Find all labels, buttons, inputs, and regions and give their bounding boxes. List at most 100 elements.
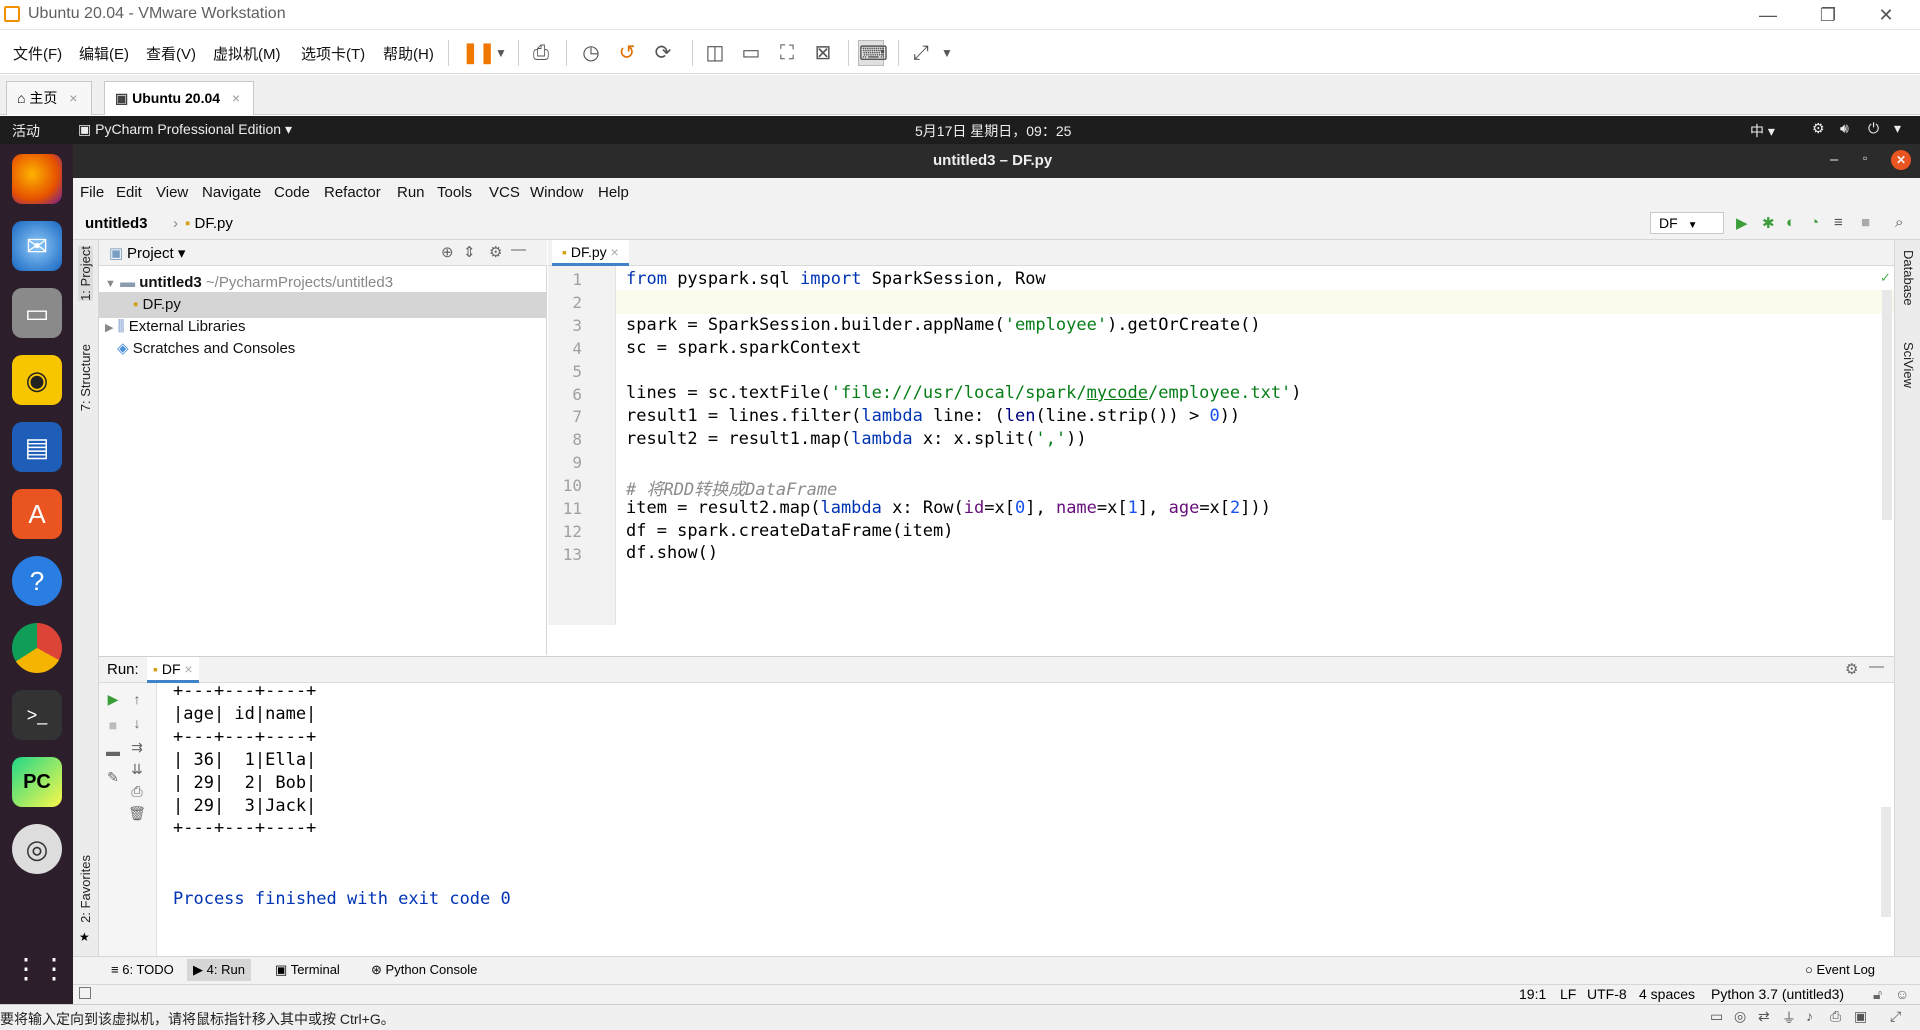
breadcrumb-file[interactable]: ▪ DF.py (185, 215, 233, 232)
menu-help[interactable]: 帮助(H) (383, 43, 434, 64)
inspection-ok-icon[interactable]: ✓ (1880, 270, 1891, 286)
menu-tabs[interactable]: 选项卡(T) (301, 43, 365, 64)
todo-tool-button[interactable]: ≡ 6: TODO (111, 962, 174, 977)
sound-icon[interactable]: ♪ (1806, 1008, 1813, 1024)
inspector-icon[interactable]: ☺ (1895, 986, 1909, 1002)
network-adapter-icon[interactable]: ⇄ (1758, 1008, 1770, 1025)
pause-icon[interactable]: ❚❚ (462, 40, 496, 66)
network-icon[interactable]: ⚙ (1812, 120, 1825, 137)
database-tool-button[interactable]: Database (1901, 250, 1916, 306)
library-view-icon[interactable]: ◫ (702, 40, 728, 66)
run-tool-button[interactable]: ▶ 4: Run (187, 959, 251, 981)
editor-tab-df[interactable]: ▪ DF.py × (552, 240, 629, 266)
minimize-icon[interactable]: — (1748, 2, 1788, 28)
menu-run[interactable]: Run (397, 184, 425, 201)
terminal-icon[interactable]: >_ (12, 690, 62, 740)
close-icon[interactable]: × (184, 661, 192, 677)
search-icon[interactable]: ⌕ (1895, 214, 1903, 231)
menu-file[interactable]: File (80, 184, 104, 201)
minimize-icon[interactable]: – (1830, 151, 1838, 168)
software-icon[interactable]: A (12, 489, 62, 539)
close-icon[interactable]: ✕ (1866, 2, 1906, 28)
caret-position[interactable]: 19:1 (1519, 986, 1546, 1002)
interpreter[interactable]: Python 3.7 (untitled3) (1711, 986, 1844, 1002)
favorites-tool-button[interactable]: 2: Favorites (78, 855, 93, 923)
menu-tools[interactable]: Tools (437, 184, 472, 201)
file-encoding[interactable]: UTF-8 (1587, 986, 1627, 1002)
close-icon[interactable]: × (611, 244, 619, 260)
fullscreen-icon[interactable]: ⛶ (774, 40, 800, 66)
run-config-select[interactable]: DF ▼ (1650, 212, 1724, 234)
power-icon[interactable]: ⏻ (1868, 120, 1879, 137)
structure-tool-button[interactable]: 7: Structure (78, 344, 93, 411)
console-view-icon[interactable]: ⌨ (858, 40, 888, 66)
firefox-icon[interactable] (12, 154, 62, 204)
coverage-icon[interactable]: ◐ (1786, 214, 1795, 231)
concurrency-icon[interactable]: ≡ (1834, 214, 1843, 231)
gear-icon[interactable]: ⚙ (1845, 660, 1858, 678)
app-menu[interactable]: ▣ PyCharm Professional Edition ▾ (78, 121, 292, 138)
breadcrumb-project[interactable]: untitled3 (85, 215, 148, 232)
dropdown-icon[interactable]: ▼ (934, 40, 960, 66)
project-tool-button[interactable]: 1: Project (78, 246, 93, 301)
code-editor[interactable]: ▪ DF.py × 1 2 3 4 5 6 7 8 9 10 11 12 13 from pyspark… (548, 240, 1894, 625)
menu-edit[interactable]: Edit (116, 184, 142, 201)
indent-setting[interactable]: 4 spaces (1639, 986, 1695, 1002)
run-tab-df[interactable]: ▪ DF × (147, 657, 199, 683)
tab-home[interactable]: ⌂ 主页 × (6, 81, 92, 115)
writer-icon[interactable]: ▤ (12, 422, 62, 472)
dropdown-icon[interactable]: ▼ (488, 40, 514, 66)
printer-icon[interactable]: ⎙ (1830, 1008, 1841, 1025)
volume-icon[interactable]: 🔊︎ (1840, 120, 1849, 137)
sciview-tool-button[interactable]: SciView (1901, 342, 1916, 388)
run-icon[interactable]: ▶ (1736, 214, 1748, 232)
usb-icon[interactable]: ⏚ (1782, 1008, 1796, 1028)
code-lines[interactable]: from pyspark.sql import SparkSession, Ro… (548, 266, 1868, 625)
hide-icon[interactable]: — (511, 241, 526, 258)
cdrom-icon[interactable]: ◎ (1734, 1008, 1746, 1025)
profile-icon[interactable]: ◔ (1810, 214, 1819, 231)
lock-icon[interactable]: 🔓︎ (1873, 986, 1882, 1003)
unity-icon[interactable]: ⊠ (810, 40, 836, 66)
send-keys-icon[interactable]: ⎙ (528, 40, 554, 66)
maximize-icon[interactable]: ▫ (1863, 151, 1867, 165)
chevron-down-icon[interactable]: ▾ (1894, 120, 1901, 137)
close-icon[interactable]: × (232, 90, 240, 106)
menu-file[interactable]: 文件(F) (13, 43, 62, 64)
menu-view[interactable]: View (156, 184, 188, 201)
files-icon[interactable]: ▭ (12, 288, 62, 338)
thunderbird-icon[interactable]: ✉ (12, 221, 62, 271)
terminal-tool-button[interactable]: ▣ Terminal (275, 962, 340, 978)
clock[interactable]: 5月17日 星期日，09：25 (915, 121, 1071, 141)
pycharm-icon[interactable]: PC (12, 757, 62, 807)
rhythmbox-icon[interactable]: ◉ (12, 355, 62, 405)
locate-icon[interactable]: ⊕ (441, 243, 454, 261)
debug-icon[interactable]: ✱ (1762, 214, 1775, 232)
collapse-all-icon[interactable]: ⇕ (463, 243, 476, 261)
help-icon[interactable]: ? (12, 556, 62, 606)
menu-vm[interactable]: 虚拟机(M) (213, 43, 281, 64)
close-icon[interactable]: × (69, 90, 77, 106)
editor-scrollbar[interactable] (1882, 290, 1892, 520)
project-view-select[interactable]: Project ▾ (127, 244, 185, 262)
hide-icon[interactable]: — (1869, 658, 1884, 675)
menu-refactor[interactable]: Refactor (324, 184, 381, 201)
menu-window[interactable]: Window (530, 184, 583, 201)
chrome-icon[interactable] (12, 623, 62, 673)
snapshot-manager-icon[interactable]: ⟳ (650, 40, 676, 66)
output-scrollbar[interactable] (1881, 807, 1891, 917)
dvd-icon[interactable]: ◎ (12, 824, 62, 874)
snapshot-icon[interactable]: ◷ (578, 40, 604, 66)
activities-button[interactable]: 活动 (12, 121, 40, 141)
input-method[interactable]: 中 ▾ (1750, 121, 1775, 141)
run-output[interactable]: +---+---+----+ |age| id|name| +---+---+---… (99, 681, 1879, 957)
display-icon[interactable]: ▣ (1854, 1008, 1867, 1025)
python-console-tool-button[interactable]: ⊛ Python Console (371, 962, 477, 978)
revert-snapshot-icon[interactable]: ↺ (614, 40, 640, 66)
tool-windows-toggle-icon[interactable] (79, 987, 91, 999)
menu-vcs[interactable]: VCS (489, 184, 520, 201)
menu-view[interactable]: 查看(V) (146, 43, 196, 64)
stretch-icon[interactable]: ⤢ (1890, 1008, 1901, 1025)
menu-navigate[interactable]: Navigate (202, 184, 261, 201)
gear-icon[interactable]: ⚙ (489, 243, 502, 261)
